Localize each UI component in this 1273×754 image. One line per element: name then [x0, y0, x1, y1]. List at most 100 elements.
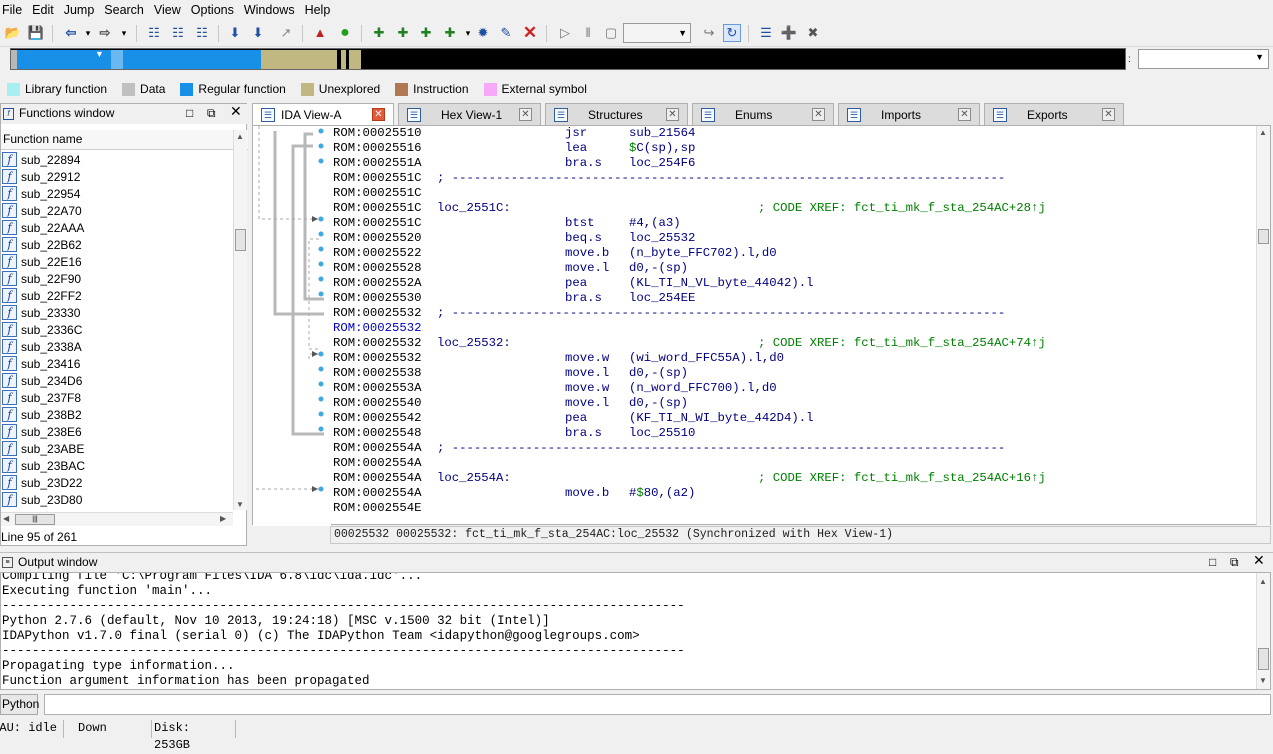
function-list-item[interactable]: f sub_23BAC [1, 457, 233, 474]
function-list-item[interactable]: f sub_23D22 [1, 474, 233, 491]
open-file-icon[interactable]: 📂 [4, 24, 22, 42]
function-list-item[interactable]: f sub_237F8 [1, 389, 233, 406]
code-line[interactable]: ROM:0002554A loc_2554A: ; CODE XREF: fct_t… [333, 471, 1253, 486]
tab-close-icon[interactable]: ✕ [958, 108, 971, 121]
jump-down-icon[interactable]: ⬇ [226, 24, 244, 42]
float-icon[interactable]: ⧉ [207, 107, 216, 120]
menu-windows[interactable]: Windows [242, 0, 303, 20]
make-array-icon[interactable]: ✚ [441, 24, 459, 42]
tab-structures[interactable]: ☰ Structures ✕ [545, 103, 688, 125]
minimize-icon[interactable]: □ [186, 107, 193, 120]
close-icon[interactable]: ✕ [230, 104, 242, 118]
code-line[interactable]: ROM:00025530 bra.s loc_254EE [333, 291, 1253, 306]
code-line[interactable]: ROM:00025520 beq.s loc_25532 [333, 231, 1253, 246]
menu-options[interactable]: Options [189, 0, 242, 20]
menu-help[interactable]: Help [303, 0, 339, 20]
code-line[interactable]: ROM:00025532 move.w (wi_word_FFC55A).l,d0 [333, 351, 1253, 366]
function-list-item[interactable]: f sub_23D80 [1, 491, 233, 508]
function-list-item[interactable]: f sub_22AAA [1, 219, 233, 236]
make-code-icon[interactable]: ✚ [370, 24, 388, 42]
make-ascii-icon[interactable]: ✚ [417, 24, 435, 42]
search-text-icon[interactable]: ☷ [145, 24, 163, 42]
code-line[interactable]: ROM:00025522 move.b (n_byte_FFC702).l,d0 [333, 246, 1253, 261]
code-line[interactable]: ROM:0002551C ; --------------------------… [333, 171, 1253, 186]
function-list-item[interactable]: f sub_238B2 [1, 406, 233, 423]
rename-icon[interactable]: ✎ [497, 24, 515, 42]
code-line[interactable]: ROM:0002554A [333, 456, 1253, 471]
function-list-item[interactable]: f sub_23330 [1, 304, 233, 321]
pause-icon[interactable]: ‖ [579, 24, 597, 42]
disassembly-listing[interactable]: ROM:00025510 jsr sub_21564 ROM:00025516 lea $… [333, 126, 1253, 521]
functions-horizontal-scrollbar[interactable]: ◀ ||| ▶ [1, 512, 233, 526]
menu-view[interactable]: View [152, 0, 189, 20]
step-into-icon[interactable]: ↪ [700, 24, 718, 42]
navigation-band[interactable]: ▼ [10, 48, 1126, 70]
code-line[interactable]: ROM:00025528 move.l d0,-(sp) [333, 261, 1253, 276]
forward-arrow-icon[interactable]: ⇨ [96, 24, 114, 42]
segment-select[interactable]: ▼ [1138, 49, 1269, 69]
play-icon[interactable]: ▷ [556, 24, 574, 42]
graph-icon[interactable]: ▲ [311, 24, 329, 42]
function-list-item[interactable]: f sub_2338A [1, 338, 233, 355]
remove-breakpoint-icon[interactable]: ✖ [804, 24, 822, 42]
analyze-icon[interactable]: ⬇ [249, 24, 267, 42]
forward-dropdown-icon[interactable]: ▾ [115, 24, 133, 42]
function-list-item[interactable]: f sub_22A70 [1, 202, 233, 219]
output-window[interactable]: Compiling file 'C:\Program Files\IDA 6.8… [0, 572, 1271, 690]
function-list-item[interactable]: f sub_22894 [1, 151, 233, 168]
function-list-item[interactable]: f sub_238E6 [1, 423, 233, 440]
function-list-item[interactable]: f sub_23416 [1, 355, 233, 372]
function-list-item[interactable]: f sub_234D6 [1, 372, 233, 389]
tab-enums[interactable]: ☰ Enums ✕ [692, 103, 834, 125]
back-dropdown-icon[interactable]: ▾ [79, 24, 97, 42]
tab-close-icon[interactable]: ✕ [519, 108, 532, 121]
tab-exports[interactable]: ☰ Exports ✕ [984, 103, 1124, 125]
breakpoint-icon[interactable]: ➕ [780, 24, 798, 42]
step-over-icon[interactable]: ↻ [723, 24, 741, 42]
tab-ida-view-a[interactable]: ☰ IDA View-A ✕ [252, 103, 394, 126]
code-line[interactable]: ROM:0002551C btst #4,(a3) [333, 216, 1253, 231]
functions-vertical-scrollbar[interactable]: ▲ ▼ [233, 130, 247, 510]
code-line[interactable]: ROM:00025532 [333, 321, 1253, 336]
code-line[interactable]: ROM:0002554A ; --------------------------… [333, 441, 1253, 456]
code-line[interactable]: ROM:0002551C loc_2551C: ; CODE XREF: fct_t… [333, 201, 1253, 216]
function-list-item[interactable]: f sub_22E16 [1, 253, 233, 270]
debugger-select[interactable]: ▼ [623, 23, 691, 43]
function-list-item[interactable]: f sub_22FF2 [1, 287, 233, 304]
back-arrow-icon[interactable]: ⇦ [62, 24, 80, 42]
tab-close-icon[interactable]: ✕ [666, 108, 679, 121]
output-minimize-icon[interactable]: □ [1209, 556, 1216, 569]
list-icon[interactable]: ☰ [757, 24, 775, 42]
python-command-input[interactable] [44, 694, 1271, 715]
code-line[interactable]: ROM:00025532 ; --------------------------… [333, 306, 1253, 321]
function-list-item[interactable]: f sub_2336C [1, 321, 233, 338]
code-line[interactable]: ROM:00025538 move.l d0,-(sp) [333, 366, 1253, 381]
menu-edit[interactable]: Edit [30, 0, 62, 20]
function-list-item[interactable]: f sub_22954 [1, 185, 233, 202]
output-float-icon[interactable]: ⧉ [1230, 556, 1239, 569]
code-line[interactable]: ROM:00025532 loc_25532: ; CODE XREF: fct_t… [333, 336, 1253, 351]
tab-close-icon[interactable]: ✕ [1102, 108, 1115, 121]
code-line[interactable]: ROM:0002552A pea (KL_TI_N_VL_byte_44042).l [333, 276, 1253, 291]
delete-icon[interactable]: ✕ [521, 24, 539, 42]
undefine-icon[interactable]: ✹ [474, 24, 492, 42]
save-icon[interactable]: 💾 [27, 24, 45, 42]
ida-view-a[interactable]: ROM:00025510 jsr sub_21564 ROM:00025516 lea $… [252, 125, 1271, 526]
tab-close-icon[interactable]: ✕ [812, 108, 825, 121]
output-scrollbar[interactable]: ▲ ▼ [1256, 573, 1270, 689]
code-line[interactable]: ROM:00025516 lea $C(sp),sp [333, 141, 1253, 156]
tab-hex-view-1[interactable]: ☰ Hex View-1 ✕ [398, 103, 541, 125]
python-button[interactable]: Python [0, 694, 39, 715]
function-list-item[interactable]: f sub_23ABE [1, 440, 233, 457]
code-line[interactable]: ROM:0002554A move.b #$80,(a2) [333, 486, 1253, 501]
code-line[interactable]: ROM:0002551C [333, 186, 1253, 201]
code-line[interactable]: ROM:00025548 bra.s loc_25510 [333, 426, 1253, 441]
function-name-header[interactable]: Function name [1, 130, 248, 150]
menu-file[interactable]: File [0, 0, 30, 20]
code-line[interactable]: ROM:0002551A bra.s loc_254F6 [333, 156, 1253, 171]
tab-imports[interactable]: ☰ Imports ✕ [838, 103, 980, 125]
stop-icon[interactable]: ▢ [602, 24, 620, 42]
code-line[interactable]: ROM:00025542 pea (KF_TI_N_WI_byte_442D4).l [333, 411, 1253, 426]
search-binary-icon[interactable]: ☷ [169, 24, 187, 42]
green-circle-icon[interactable]: ● [336, 24, 354, 42]
